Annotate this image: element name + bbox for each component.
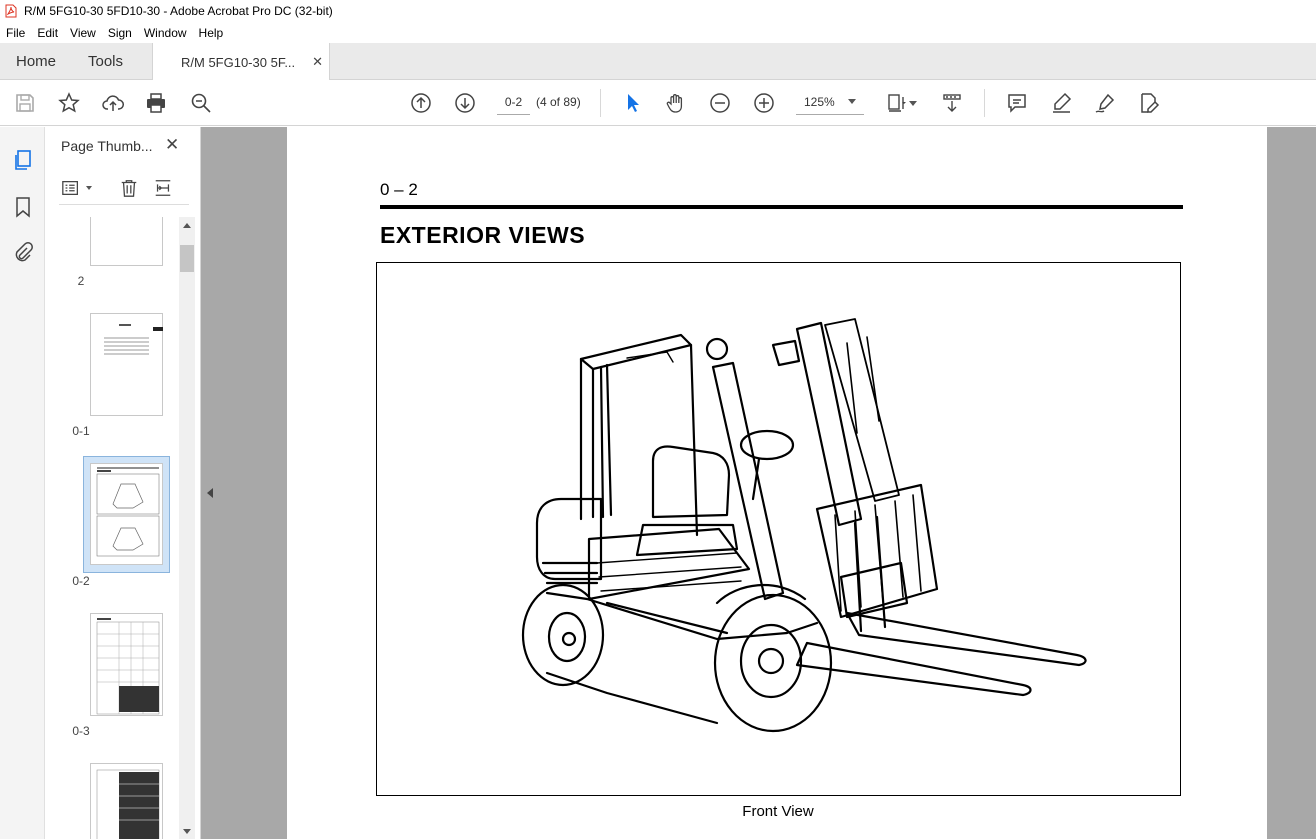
page-count: (4 of 89): [536, 95, 581, 109]
toolbar: [0, 80, 1316, 126]
highlight-pen-icon[interactable]: [1048, 90, 1074, 116]
page-header-number: 0 – 2: [380, 180, 418, 199]
delete-page-icon[interactable]: [117, 175, 141, 201]
thumbnail-label: 2: [77, 274, 85, 288]
page-thumbnail[interactable]: [90, 613, 163, 716]
menu-file[interactable]: File: [0, 26, 31, 40]
tab-bar: Home Tools R/M 5FG10-30 5F... ✕: [0, 43, 1316, 81]
collapse-panel-icon[interactable]: [207, 488, 213, 498]
upload-cloud-icon[interactable]: [100, 90, 126, 116]
tab-document-label: R/M 5FG10-30 5F...: [181, 54, 296, 70]
scroll-thumb[interactable]: [180, 245, 194, 272]
scroll-up-icon[interactable]: [183, 223, 191, 228]
page-number-input[interactable]: 0-2: [497, 90, 530, 115]
tab-document[interactable]: R/M 5FG10-30 5F... ✕: [152, 43, 330, 81]
thumbnail-list: 2 0-1 0-2 0-3: [45, 217, 179, 839]
toolbar-divider: [984, 89, 985, 117]
title-bar: R/M 5FG10-30 5FD10-30 - Adobe Acrobat Pr…: [0, 0, 1316, 22]
next-page-icon[interactable]: [452, 90, 478, 116]
forklift-illustration: [521, 318, 1087, 733]
edit-pdf-icon[interactable]: [1136, 90, 1162, 116]
page-thumbnail[interactable]: [90, 313, 163, 416]
extract-pages-icon[interactable]: [151, 175, 175, 201]
page-thumbnails-icon[interactable]: [10, 147, 36, 173]
zoom-out-icon[interactable]: [707, 90, 733, 116]
sign-pen-icon[interactable]: [1092, 90, 1118, 116]
thumbnail-label: 0-3: [72, 724, 90, 738]
page-thumbnail[interactable]: [90, 217, 163, 266]
thumbnail-preview: [96, 769, 160, 839]
tab-tools[interactable]: Tools: [88, 43, 123, 80]
thumbnail-label: 0-1: [72, 424, 90, 438]
page-heading: EXTERIOR VIEWS: [380, 222, 586, 248]
tab-home[interactable]: Home: [16, 43, 56, 80]
thumbnail-label: 0-2: [72, 574, 90, 588]
zoom-select[interactable]: 125%: [796, 90, 864, 115]
attachment-icon[interactable]: [10, 239, 36, 265]
toolbar-divider: [600, 89, 601, 117]
figure-box: [376, 262, 1181, 796]
zoom-value: 125%: [804, 95, 835, 109]
hand-tool-icon[interactable]: [663, 90, 689, 116]
chevron-down-icon[interactable]: [909, 101, 917, 106]
thumbnail-scrollbar[interactable]: [179, 217, 195, 839]
menu-help[interactable]: Help: [193, 26, 230, 40]
menu-view[interactable]: View: [64, 26, 102, 40]
menu-bar: File Edit View Sign Window Help: [0, 22, 1316, 43]
menu-sign[interactable]: Sign: [102, 26, 138, 40]
save-icon[interactable]: [12, 90, 38, 116]
thumbnail-options-icon[interactable]: [59, 175, 83, 201]
window-title: R/M 5FG10-30 5FD10-30 - Adobe Acrobat Pr…: [24, 4, 333, 18]
fit-page-icon[interactable]: [884, 90, 910, 116]
scroll-mode-icon[interactable]: [939, 90, 965, 116]
print-icon[interactable]: [143, 90, 169, 116]
zoom-in-icon[interactable]: [751, 90, 777, 116]
bookmark-icon[interactable]: [10, 194, 36, 220]
select-cursor-icon[interactable]: [619, 90, 645, 116]
scroll-down-icon[interactable]: [183, 829, 191, 834]
pdf-icon: [5, 4, 17, 18]
chevron-down-icon: [848, 99, 856, 104]
chevron-down-icon[interactable]: [86, 186, 92, 190]
previous-page-icon[interactable]: [408, 90, 434, 116]
close-tab-icon[interactable]: ✕: [312, 54, 323, 70]
panel-title: Page Thumb...: [61, 138, 153, 154]
zoom-search-icon[interactable]: [188, 90, 214, 116]
comment-icon[interactable]: [1004, 90, 1030, 116]
thumbnail-preview: [96, 467, 160, 557]
header-rule: [380, 205, 1183, 209]
page-thumbnail[interactable]: [90, 463, 163, 565]
thumbnail-preview: [104, 324, 163, 355]
figure-caption: Front View: [742, 803, 814, 820]
left-rail: [0, 127, 45, 839]
page-thumbnail[interactable]: [90, 763, 163, 839]
panel-toolbar: [59, 175, 189, 205]
bookmark-star-icon[interactable]: [56, 90, 82, 116]
close-panel-icon[interactable]: ✕: [165, 135, 179, 155]
thumbnail-preview: [96, 618, 160, 715]
menu-window[interactable]: Window: [138, 26, 193, 40]
menu-edit[interactable]: Edit: [31, 26, 64, 40]
